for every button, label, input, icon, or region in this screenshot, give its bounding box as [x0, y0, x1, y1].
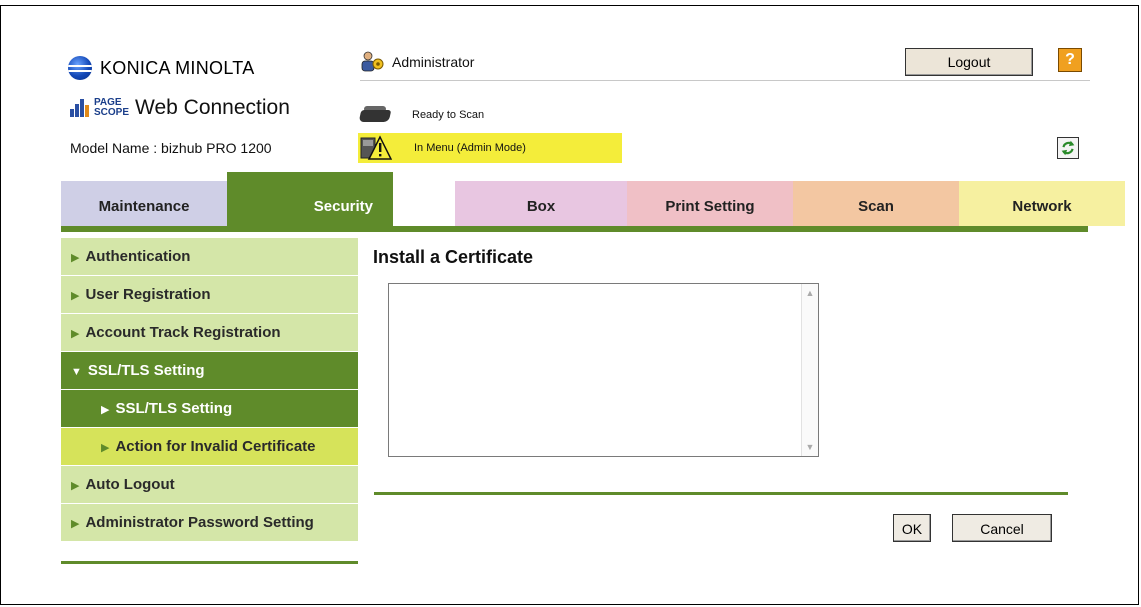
sidebar-item-ssl-tls-setting[interactable]: ▼ SSL/TLS Setting [61, 352, 358, 390]
scan-status-row: Ready to Scan [358, 104, 484, 126]
company-name: KONICA MINOLTA [100, 57, 255, 78]
cancel-button[interactable]: Cancel [952, 514, 1052, 542]
sidebar-bottom-line [61, 561, 358, 564]
sidebar-item-user-registration[interactable]: ▶ User Registration [61, 276, 358, 314]
tab-network[interactable]: Network [959, 181, 1125, 226]
pagescope-icon [70, 97, 90, 119]
page-title: Install a Certificate [373, 247, 534, 267]
sidebar-item-label: User Registration [85, 286, 211, 303]
scroll-down-icon[interactable]: ▼ [803, 440, 817, 454]
pagescope-small-2: SCOPE [94, 107, 130, 118]
tab-maintenance[interactable]: Maintenance [61, 181, 227, 226]
sidebar-item-auto-logout[interactable]: ▶ Auto Logout [61, 466, 358, 504]
arrow-right-icon: ▶ [71, 480, 80, 492]
tab-box[interactable]: Box [455, 181, 627, 226]
tab-spacer [393, 181, 455, 226]
sidebar-item-authentication[interactable]: ▶ Authentication [61, 238, 358, 276]
arrow-right-icon: ▶ [101, 442, 110, 454]
content-divider [374, 492, 1068, 495]
tab-security[interactable]: Security [227, 172, 393, 226]
textarea-scrollbar[interactable]: ▲ ▼ [801, 284, 818, 456]
sidebar-item-label: Account Track Registration [85, 324, 281, 341]
scan-status-text: Ready to Scan [412, 109, 485, 121]
main-tabs: Maintenance Security Box Print Setting S… [61, 172, 1125, 226]
administrator-icon [361, 51, 384, 72]
sidebar-item-account-track-registration[interactable]: ▶ Account Track Registration [61, 314, 358, 352]
konica-minolta-logo-icon [68, 56, 92, 80]
sidebar: ▶ Authentication ▶ User Registration ▶ Acco… [61, 238, 358, 542]
tab-print-setting[interactable]: Print Setting [627, 181, 793, 226]
sidebar-subitem-action-invalid-certificate[interactable]: ▶ Action for Invalid Certificate [61, 428, 358, 466]
model-name: Model Name : bizhub PRO 1200 [70, 140, 272, 156]
arrow-right-icon: ▶ [71, 328, 80, 340]
pagescope-small-text: PAGE SCOPE [94, 98, 129, 118]
sidebar-subitem-ssl-tls-setting[interactable]: ▶ SSL/TLS Setting [61, 390, 358, 428]
sidebar-item-label: Administrator Password Setting [85, 514, 314, 531]
sidebar-item-admin-password-setting[interactable]: ▶ Administrator Password Setting [61, 504, 358, 542]
tab-scan[interactable]: Scan [793, 181, 959, 226]
mode-status-bar: In Menu (Admin Mode) [358, 133, 622, 163]
tab-underline [61, 226, 1088, 232]
arrow-right-icon: ▶ [71, 518, 80, 530]
help-icon[interactable]: ? [1058, 48, 1082, 72]
sidebar-item-label: Authentication [85, 248, 191, 265]
arrow-right-icon: ▶ [101, 404, 110, 416]
arrow-right-icon: ▶ [71, 252, 80, 264]
arrow-right-icon: ▶ [71, 290, 80, 302]
admin-divider [360, 80, 1090, 81]
sidebar-item-label: Action for Invalid Certificate [115, 438, 316, 455]
refresh-icon[interactable] [1057, 137, 1079, 159]
product-name: Web Connection [135, 96, 290, 119]
pagescope-logo: PAGE SCOPE Web Connection [70, 96, 290, 120]
scroll-up-icon[interactable]: ▲ [803, 286, 817, 300]
warning-icon [360, 135, 392, 160]
scanner-icon [358, 104, 394, 126]
administrator-label: Administrator [392, 54, 475, 70]
ok-button[interactable]: OK [893, 514, 931, 542]
sidebar-item-label: Auto Logout [85, 476, 175, 493]
mode-status-text: In Menu (Admin Mode) [414, 142, 526, 154]
certificate-textarea[interactable]: ▲ ▼ [388, 283, 819, 457]
logout-button[interactable]: Logout [905, 48, 1033, 76]
sidebar-item-label: SSL/TLS Setting [115, 400, 233, 417]
sidebar-item-label: SSL/TLS Setting [87, 362, 205, 379]
arrow-down-icon: ▼ [71, 366, 82, 378]
konica-minolta-logo: KONICA MINOLTA [68, 55, 255, 81]
